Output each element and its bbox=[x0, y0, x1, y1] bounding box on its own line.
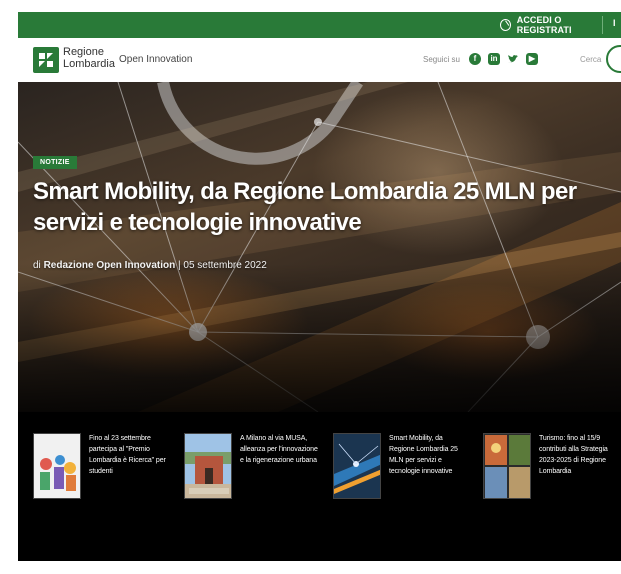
top-bar: ACCEDI O REGISTRATI I bbox=[18, 12, 621, 38]
user-login-icon bbox=[500, 19, 511, 31]
card-title[interactable]: Turismo: fino al 15/9 contributi alla St… bbox=[539, 433, 617, 477]
news-tag-badge[interactable]: NOTIZIE bbox=[33, 156, 77, 169]
twitter-icon[interactable] bbox=[507, 53, 519, 65]
search-button[interactable] bbox=[606, 45, 621, 73]
card-thumbnail-image[interactable] bbox=[184, 433, 232, 499]
topbar-extra-item[interactable]: I bbox=[613, 18, 616, 28]
card-title[interactable]: Fino al 23 settembre partecipa al "Premi… bbox=[89, 433, 167, 477]
search-label[interactable]: Cerca bbox=[580, 55, 601, 64]
login-register-label: ACCEDI O REGISTRATI bbox=[516, 15, 572, 35]
card-title[interactable]: A Milano al via MUSA, alleanza per l'inn… bbox=[240, 433, 318, 466]
hero-title[interactable]: Smart Mobility, da Regione Lombardia 25 … bbox=[33, 176, 593, 238]
nav-open-innovation[interactable]: Open Innovation bbox=[119, 54, 192, 65]
news-card[interactable]: Turismo: fino al 15/9 contributi alla St… bbox=[468, 420, 613, 500]
facebook-icon[interactable]: f bbox=[469, 53, 481, 65]
linkedin-icon[interactable]: in bbox=[488, 53, 500, 65]
logo-wordmark[interactable]: Regione Lombardia bbox=[63, 46, 115, 70]
byline-date: 05 settembre 2022 bbox=[183, 260, 267, 271]
hero-banner[interactable]: NOTIZIE Smart Mobility, da Regione Lomba… bbox=[18, 82, 621, 412]
card-thumbnail-image[interactable] bbox=[33, 433, 81, 499]
byline-prefix: di bbox=[33, 260, 44, 271]
logo-line-2: Lombardia bbox=[63, 58, 115, 70]
hero-background-image bbox=[18, 82, 621, 412]
hero-byline: di Redazione Open Innovation | 05 settem… bbox=[33, 260, 267, 271]
news-cards-row: Fino al 23 settembre partecipa al "Premi… bbox=[18, 420, 621, 510]
card-thumbnail-image[interactable] bbox=[483, 433, 531, 499]
byline-author[interactable]: Redazione Open Innovation bbox=[44, 260, 176, 271]
card-thumbnail-image[interactable] bbox=[333, 433, 381, 499]
youtube-icon[interactable]: ▶ bbox=[526, 53, 538, 65]
site-header: Regione Lombardia Open Innovation Seguic… bbox=[18, 38, 621, 82]
regione-lombardia-logo-icon[interactable] bbox=[33, 47, 59, 73]
page: ACCEDI O REGISTRATI I Regione Lombardia … bbox=[18, 12, 621, 561]
news-card[interactable]: A Milano al via MUSA, alleanza per l'inn… bbox=[169, 420, 318, 500]
card-title[interactable]: Smart Mobility, da Regione Lombardia 25 … bbox=[389, 433, 467, 477]
logo-line-1: Regione bbox=[63, 46, 104, 58]
news-card[interactable]: Fino al 23 settembre partecipa al "Premi… bbox=[18, 420, 166, 500]
follow-us-label: Seguici su bbox=[423, 55, 460, 64]
login-register-button[interactable]: ACCEDI O REGISTRATI bbox=[500, 12, 606, 38]
topbar-divider bbox=[602, 16, 603, 34]
news-card[interactable]: Smart Mobility, da Regione Lombardia 25 … bbox=[318, 420, 463, 500]
